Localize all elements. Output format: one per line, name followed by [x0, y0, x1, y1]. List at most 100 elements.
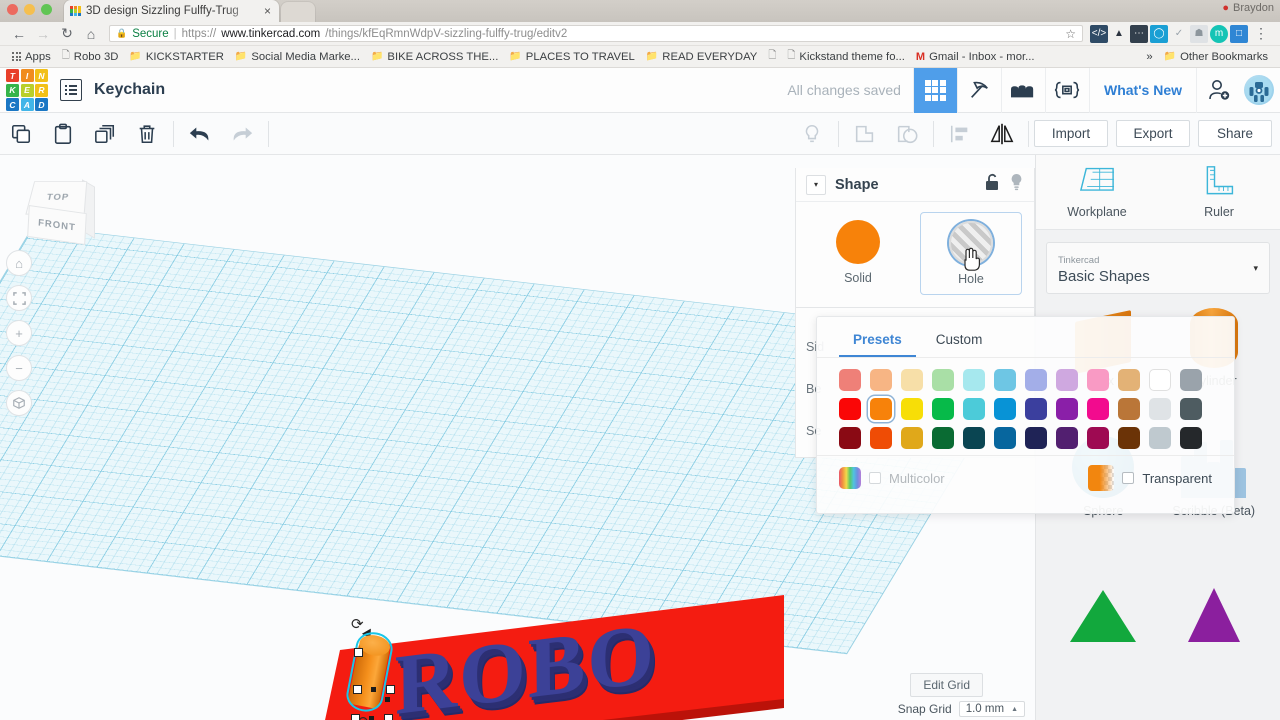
color-swatch[interactable]: [901, 398, 923, 420]
keychain-model[interactable]: ROBO ⟳ ⟳: [318, 595, 818, 720]
color-swatch[interactable]: [870, 369, 892, 391]
avatar[interactable]: [1244, 75, 1274, 105]
other-bookmarks-item[interactable]: 📁 Other Bookmarks: [1159, 49, 1273, 65]
square-icon[interactable]: □: [1230, 24, 1248, 43]
duplicate-icon[interactable]: [84, 113, 126, 155]
view-cube-front[interactable]: FRONT: [27, 205, 87, 245]
align-icon[interactable]: [939, 113, 981, 155]
color-swatch[interactable]: [870, 398, 892, 420]
color-swatch[interactable]: [1025, 369, 1047, 391]
shape-item-pyramid[interactable]: [1048, 532, 1159, 652]
color-swatch[interactable]: [1087, 369, 1109, 391]
new-tab-button[interactable]: [281, 2, 315, 22]
maximize-window-button[interactable]: [41, 4, 52, 15]
sidebar-item-ruler[interactable]: Ruler: [1158, 155, 1280, 229]
transparent-checkbox[interactable]: [1122, 472, 1135, 484]
blocks-icon[interactable]: [1000, 67, 1045, 113]
lightbulb-icon[interactable]: [791, 113, 833, 155]
color-swatch[interactable]: [839, 398, 861, 420]
color-swatch[interactable]: [1118, 369, 1140, 391]
import-button[interactable]: Import: [1034, 120, 1108, 147]
resize-handle-bottom-left[interactable]: [351, 714, 360, 720]
color-swatch[interactable]: [901, 427, 923, 449]
whats-new-link[interactable]: What's New: [1088, 67, 1196, 113]
edit-grid-button[interactable]: Edit Grid: [910, 673, 983, 697]
color-swatch[interactable]: [963, 427, 985, 449]
color-swatch[interactable]: [1118, 427, 1140, 449]
circle-m-icon[interactable]: m: [1210, 24, 1228, 43]
home-icon[interactable]: ⌂: [80, 23, 102, 45]
robo-text-object[interactable]: ROBO: [394, 592, 795, 720]
mirror-icon[interactable]: [981, 113, 1023, 155]
bookmark-item[interactable]: 📁 Social Media Marke...: [230, 49, 365, 65]
color-swatch[interactable]: [1180, 398, 1202, 420]
compass-icon[interactable]: ◯: [1150, 24, 1168, 43]
home-view-icon[interactable]: ⌂: [6, 250, 32, 276]
zoom-in-icon[interactable]: +: [6, 320, 32, 346]
color-swatch[interactable]: [994, 398, 1016, 420]
color-swatch[interactable]: [932, 427, 954, 449]
bookmark-item[interactable]: 📁 READ EVERYDAY: [641, 49, 762, 65]
group-icon[interactable]: [844, 113, 886, 155]
owl-icon[interactable]: ▲: [1110, 25, 1128, 43]
bookmark-item[interactable]: M Gmail - Inbox - mor...: [911, 49, 1040, 65]
resize-handle-right[interactable]: [386, 685, 395, 694]
browser-menu-icon[interactable]: ⋮: [1250, 23, 1272, 45]
zoom-out-icon[interactable]: −: [6, 355, 32, 381]
view-cube[interactable]: TOP FRONT: [24, 177, 95, 252]
color-swatch[interactable]: [1149, 398, 1171, 420]
dots-icon[interactable]: ⋯: [1130, 24, 1148, 43]
address-bar[interactable]: 🔒 Secure | https:// www.tinkercad.com /t…: [109, 25, 1083, 42]
export-button[interactable]: Export: [1116, 120, 1190, 147]
color-swatch[interactable]: [932, 398, 954, 420]
pickaxe-icon[interactable]: [956, 67, 1001, 113]
bookmark-item[interactable]: 📁 PLACES TO TRAVEL: [504, 49, 640, 65]
undo-icon[interactable]: [179, 113, 221, 155]
fit-view-icon[interactable]: [6, 285, 32, 311]
close-window-button[interactable]: [7, 4, 18, 15]
resize-handle-left[interactable]: [353, 685, 362, 694]
color-swatch[interactable]: [839, 427, 861, 449]
color-swatch[interactable]: [1180, 427, 1202, 449]
color-swatch[interactable]: [1118, 398, 1140, 420]
minimize-window-button[interactable]: [24, 4, 35, 15]
multicolor-option[interactable]: Multicolor: [839, 467, 945, 489]
color-swatch[interactable]: [963, 369, 985, 391]
lightbulb-icon[interactable]: [1009, 173, 1024, 196]
chevron-down-icon[interactable]: ▾: [806, 174, 826, 195]
close-icon[interactable]: ×: [262, 4, 273, 18]
rotate-handle-top[interactable]: ⟳: [351, 615, 364, 633]
copy-icon[interactable]: [0, 113, 42, 155]
color-swatch[interactable]: [870, 427, 892, 449]
tab-presets[interactable]: Presets: [839, 327, 916, 357]
perspective-icon[interactable]: [6, 390, 32, 416]
ungroup-icon[interactable]: [886, 113, 928, 155]
check-icon[interactable]: ✓: [1170, 25, 1188, 43]
tinkercad-logo[interactable]: TIN KER CAD: [6, 69, 48, 111]
browser-tab[interactable]: 3D design Sizzling Fulffy-Trug ×: [64, 0, 279, 22]
color-swatch[interactable]: [1056, 398, 1078, 420]
color-swatch[interactable]: [932, 369, 954, 391]
sidebar-item-workplane[interactable]: Workplane: [1036, 155, 1158, 229]
resize-handle-bottom-right[interactable]: [384, 714, 393, 720]
tab-custom[interactable]: Custom: [922, 327, 997, 357]
color-swatch[interactable]: [994, 427, 1016, 449]
paste-icon[interactable]: [42, 113, 84, 155]
color-swatch[interactable]: [994, 369, 1016, 391]
code-badge-icon[interactable]: </>: [1090, 24, 1108, 43]
add-user-icon[interactable]: [1196, 67, 1240, 113]
transparent-option[interactable]: Transparent: [1088, 465, 1212, 491]
forward-icon[interactable]: →: [32, 23, 54, 45]
bookmark-item[interactable]: 📁 BIKE ACROSS THE...: [366, 49, 503, 65]
snap-grid-select[interactable]: 1.0 mm ▲: [958, 701, 1025, 717]
document-list-icon[interactable]: [60, 79, 82, 101]
color-swatch[interactable]: [1025, 427, 1047, 449]
share-button[interactable]: Share: [1198, 120, 1272, 147]
color-swatch[interactable]: [1025, 398, 1047, 420]
bookmark-item[interactable]: 🗋 Robo 3D: [57, 46, 124, 67]
color-swatch[interactable]: [1180, 369, 1202, 391]
shield-icon[interactable]: ☗: [1190, 24, 1208, 43]
bookmark-item[interactable]: Apps: [7, 49, 56, 65]
bookmarks-overflow-icon[interactable]: »: [1141, 49, 1157, 65]
bookmark-item[interactable]: 📁 KICKSTARTER: [124, 49, 229, 65]
